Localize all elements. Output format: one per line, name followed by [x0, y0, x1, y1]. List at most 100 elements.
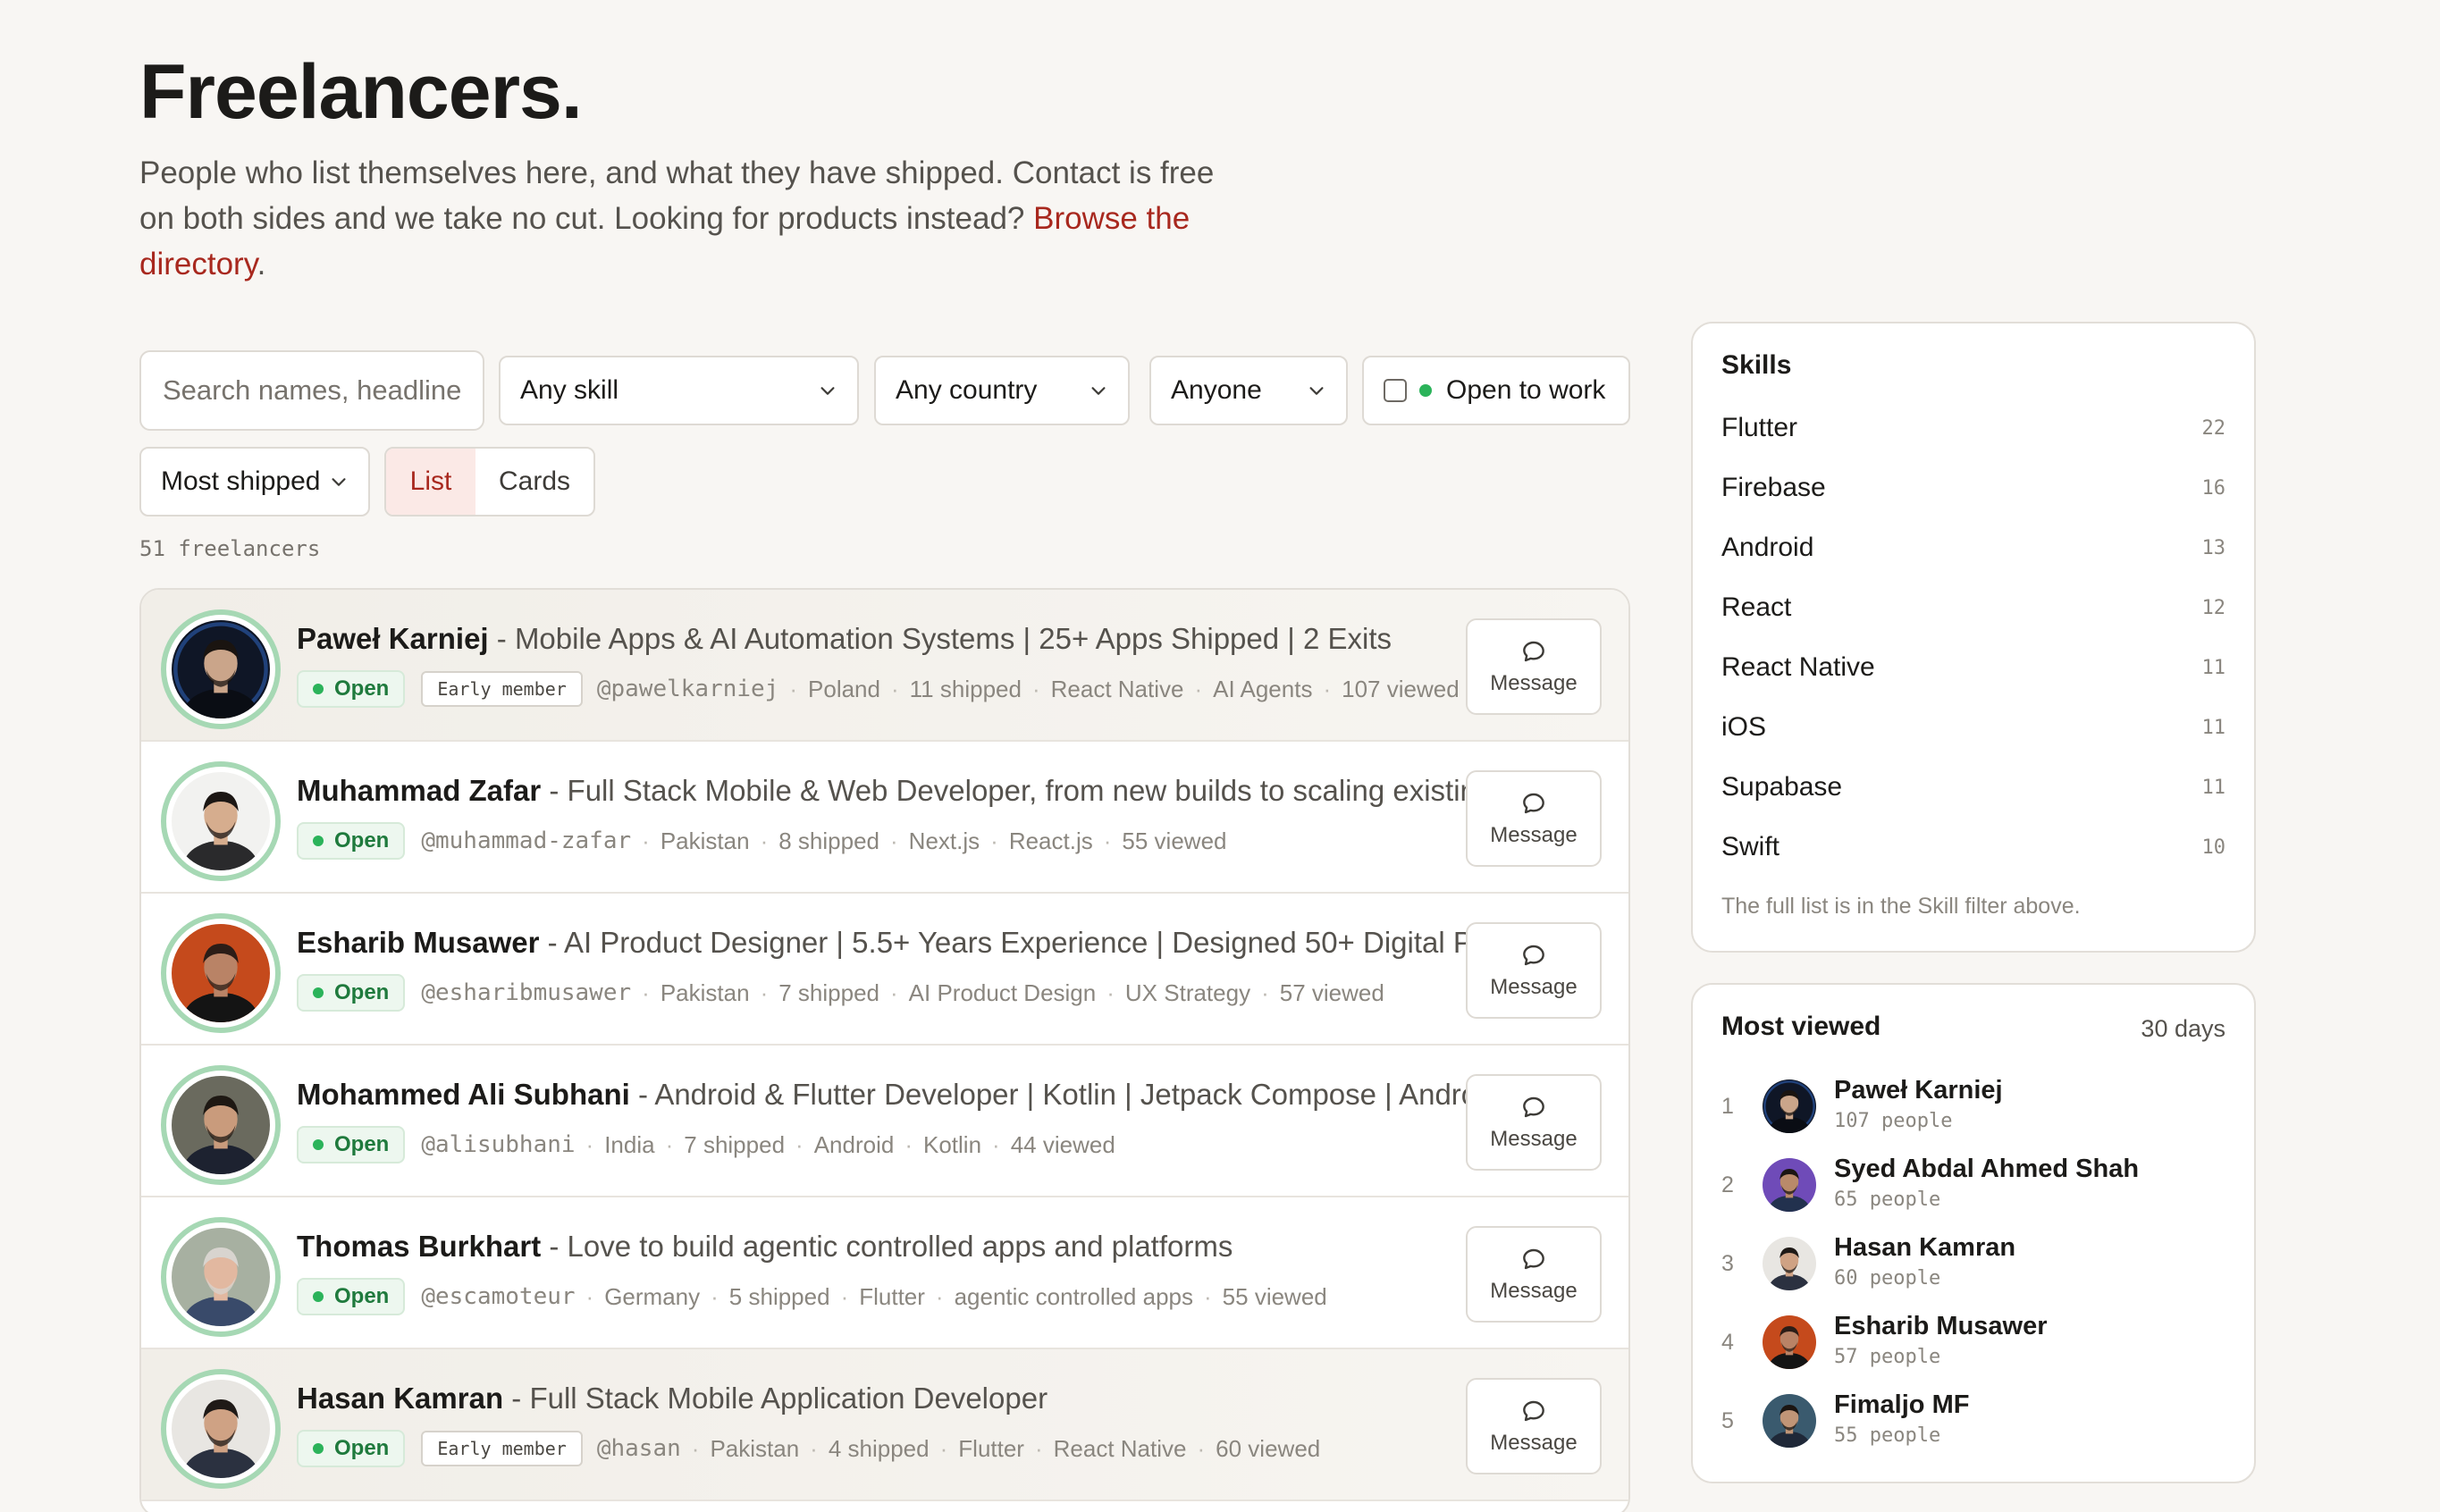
handle-link[interactable]: @escamoteur — [421, 1283, 575, 1310]
skill-select-value: Any skill — [520, 375, 619, 405]
list-item[interactable]: Hasan Kamran - Full Stack Mobile Applica… — [141, 1349, 1628, 1501]
most-viewed-people: 57 people — [1834, 1346, 1941, 1368]
view-cards-button[interactable]: Cards — [475, 449, 593, 515]
most-viewed-item[interactable]: 3 Hasan Kamran 60 people — [1721, 1231, 2225, 1303]
row-meta: Open Early member @pawelkarniej · Poland · 11 … — [297, 670, 1584, 708]
skill-item[interactable]: Swift 10 — [1721, 825, 2225, 869]
list-item[interactable]: Mohammed Ali Subhani - Android & Flutter… — [141, 1046, 1628, 1197]
row-title[interactable]: Hasan Kamran - Full Stack Mobile Applica… — [297, 1382, 1584, 1415]
row-title[interactable]: Mohammed Ali Subhani - Android & Flutter… — [297, 1078, 1584, 1112]
skill-tag: Kotlin — [923, 1130, 982, 1158]
open-to-work-label: Open to work — [1446, 375, 1606, 405]
audience-select[interactable]: Anyone — [1149, 356, 1348, 425]
separator-dot: · — [890, 827, 898, 854]
separator-dot: · — [1197, 1434, 1206, 1462]
skill-name: React — [1721, 592, 1792, 622]
viewed-count: 44 viewed — [1010, 1130, 1115, 1158]
avatar[interactable] — [161, 1217, 281, 1337]
message-label: Message — [1490, 823, 1578, 847]
message-button[interactable]: Message — [1466, 1226, 1602, 1323]
row-title[interactable]: Thomas Burkhart - Love to build agentic … — [297, 1230, 1584, 1264]
message-button[interactable]: Message — [1466, 618, 1602, 715]
skill-item[interactable]: Flutter 22 — [1721, 406, 2225, 450]
message-label: Message — [1490, 975, 1578, 999]
avatar[interactable] — [161, 761, 281, 881]
freelancer-headline: Mobile Apps & AI Automation Systems | 25… — [514, 622, 1392, 655]
viewed-count: 60 viewed — [1216, 1434, 1321, 1462]
skill-item[interactable]: Supabase 11 — [1721, 765, 2225, 810]
message-button[interactable]: Message — [1466, 770, 1602, 867]
handle-link[interactable]: @pawelkarniej — [597, 676, 779, 702]
skill-count: 11 — [2201, 776, 2226, 799]
row-title[interactable]: Paweł Karniej - Mobile Apps & AI Automat… — [297, 622, 1584, 656]
message-button[interactable]: Message — [1466, 1378, 1602, 1474]
viewed-count: 107 viewed — [1342, 675, 1460, 702]
skill-select[interactable]: Any skill — [499, 356, 859, 425]
skill-tag: Android — [813, 1130, 895, 1158]
row-title[interactable]: Esharib Musawer - AI Product Designer | … — [297, 926, 1584, 960]
status-label: Open — [334, 1284, 390, 1308]
country-select[interactable]: Any country — [874, 356, 1130, 425]
title-separator: - — [539, 926, 564, 959]
freelancer-headline: Full Stack Mobile Application Developer — [529, 1382, 1048, 1415]
most-viewed-item[interactable]: 1 Paweł Karniej 107 people — [1721, 1074, 2225, 1146]
row-meta: Open @alisubhani · India · 7 shipped · Android ·… — [297, 1126, 1584, 1163]
search-input[interactable] — [139, 350, 484, 431]
most-viewed-item[interactable]: 2 Syed Abdal Ahmed Shah 65 people — [1721, 1153, 2225, 1224]
avatar[interactable] — [161, 913, 281, 1033]
most-viewed-period: 30 days — [2141, 1015, 2225, 1042]
handle-link[interactable]: @esharibmusawer — [421, 979, 631, 1006]
sort-select[interactable]: Most shipped — [139, 447, 370, 517]
skill-count: 22 — [2201, 416, 2226, 440]
country-label: India — [604, 1130, 655, 1158]
most-viewed-people: 60 people — [1834, 1267, 1941, 1289]
separator-dot: · — [904, 1130, 913, 1158]
skill-item[interactable]: Android 13 — [1721, 525, 2225, 570]
skills-panel: Skills The full list is in the Skill fil… — [1691, 322, 2256, 953]
avatar — [1763, 1237, 1816, 1290]
separator-dot: · — [939, 1434, 948, 1462]
most-viewed-item[interactable]: 4 Esharib Musawer 57 people — [1721, 1310, 2225, 1382]
avatar[interactable] — [161, 1065, 281, 1185]
avatar — [1763, 1394, 1816, 1448]
skills-title: Skills — [1721, 350, 1792, 380]
avatar[interactable] — [161, 1369, 281, 1489]
most-viewed-item[interactable]: 5 Fimaljo MF 55 people — [1721, 1389, 2225, 1460]
avatar — [1763, 1079, 1816, 1133]
status-badge: Open — [297, 1126, 406, 1163]
chat-bubble-icon — [1523, 1096, 1544, 1118]
open-to-work-toggle[interactable]: Open to work — [1362, 356, 1630, 425]
list-item[interactable]: Paweł Karniej - Mobile Apps & AI Automat… — [141, 590, 1628, 742]
status-dot-icon — [313, 1291, 324, 1302]
skill-item[interactable]: React 12 — [1721, 585, 2225, 630]
viewed-count: 55 viewed — [1222, 1282, 1327, 1310]
separator-dot: · — [585, 1282, 594, 1310]
list-item[interactable]: Esharib Musawer - AI Product Designer | … — [141, 894, 1628, 1046]
separator-dot: · — [585, 1130, 594, 1158]
list-item[interactable]: Thomas Burkhart - Love to build agentic … — [141, 1197, 1628, 1349]
separator-dot: · — [711, 1282, 719, 1310]
separator-dot: · — [1204, 1282, 1212, 1310]
title-separator: - — [629, 1078, 655, 1111]
handle-link[interactable]: @alisubhani — [421, 1131, 575, 1158]
message-button[interactable]: Message — [1466, 1074, 1602, 1171]
view-list-button[interactable]: List — [386, 449, 475, 515]
sort-select-value: Most shipped — [161, 466, 321, 496]
message-button[interactable]: Message — [1466, 922, 1602, 1019]
skill-item[interactable]: Firebase 16 — [1721, 466, 2225, 510]
rank-number: 2 — [1721, 1172, 1734, 1197]
skill-item[interactable]: iOS 11 — [1721, 705, 2225, 750]
handle-link[interactable]: @muhammad-zafar — [421, 827, 631, 854]
skill-item[interactable]: React Native 11 — [1721, 645, 2225, 690]
avatar[interactable] — [161, 609, 281, 729]
status-label: Open — [334, 1436, 390, 1460]
skill-name: React Native — [1721, 652, 1875, 682]
separator-dot: · — [1194, 675, 1203, 702]
open-to-work-checkbox[interactable] — [1384, 379, 1407, 402]
skill-tag: Next.js — [908, 827, 980, 854]
skill-name: Flutter — [1721, 413, 1798, 442]
handle-link[interactable]: @hasan — [597, 1435, 681, 1462]
list-item[interactable]: Muhammad Zafar - Full Stack Mobile & Web… — [141, 742, 1628, 894]
row-title[interactable]: Muhammad Zafar - Full Stack Mobile & Web… — [297, 774, 1584, 808]
skill-tag: Flutter — [958, 1434, 1024, 1462]
